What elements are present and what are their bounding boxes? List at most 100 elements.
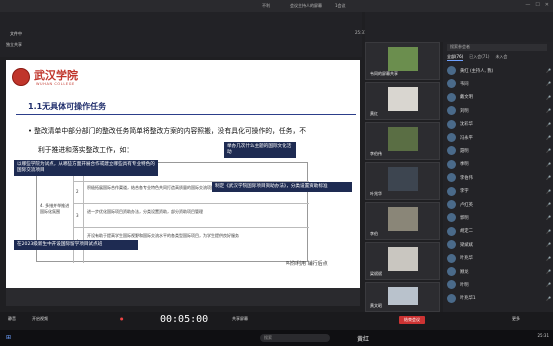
participant-row[interactable]: 叶兆华1 🎤 [447,292,551,305]
independent-share-button[interactable]: 独立共享 [6,42,22,48]
participant-row[interactable]: 李宇 🎤 [447,185,551,198]
participant-row[interactable]: 聂明 🎤 [447,144,551,157]
participant-row[interactable]: 韦同 🎤 [447,77,551,90]
participant-name: 李伯伟 [460,175,473,181]
microphone-icon[interactable]: 🎤 [531,189,551,194]
meeting-controls: 静音 开启视频 ● 00:05:00 共享屏幕 结束会议 更多 [0,312,553,330]
participant-name: 黄红 (主持人, 我) [460,68,494,74]
title-suffix: 1会议 [335,3,346,8]
video-tile[interactable]: 梁斌斌 [365,242,440,280]
microphone-icon[interactable]: 🎤 [531,81,551,86]
participant-name: 刘明 [460,108,469,114]
close-icon[interactable]: ✕ [545,2,549,8]
tab-all[interactable]: 全部(76) [447,54,464,61]
microphone-icon[interactable]: 🎤 [531,68,551,73]
maximize-icon[interactable]: ☐ [535,2,539,8]
participant-row[interactable]: 冯永平 🎤 [447,131,551,144]
microphone-icon[interactable]: 🎤 [531,95,551,100]
participant-row[interactable]: 黄红 (主持人, 我) 🎤 [447,64,551,77]
more-button[interactable]: 更多 [512,316,520,322]
mute-button[interactable]: 静音 [8,316,16,322]
meeting-window: 不利 会议主持人的屏幕 1会议 — ☐ ✕ 文件中 独立共享 25:31 武汉学… [0,0,553,346]
participant-row[interactable]: 戴文明 🎤 [447,91,551,104]
table-row-text: 进一步优化国际项目资助办法，分类设置资助，部分资助项目管理 [87,209,203,214]
microphone-icon[interactable]: 🎤 [531,122,551,127]
participant-tabs: 全部(76) 已入会(71) 未入会 [447,54,507,61]
participant-name: 聂明 [460,148,469,154]
end-meeting-button[interactable]: 结束会议 [399,316,425,324]
video-tile[interactable]: 韦同的屏幕共享 [365,42,440,80]
participant-name: 李宇 [460,189,469,195]
participant-search-input[interactable]: 搜索参会者 [447,44,547,51]
microphone-icon[interactable]: 🎤 [531,282,551,287]
video-button[interactable]: 开启视频 [32,316,48,322]
participant-row[interactable]: 郭明 🎤 [447,211,551,224]
participant-name: 戴文明 [460,95,473,101]
participant-row[interactable]: 叶兆华 🎤 [447,252,551,265]
avatar [447,226,456,236]
microphone-icon[interactable]: 🎤 [531,175,551,180]
tab-joined[interactable]: 已入会(71) [469,54,489,61]
avatar [447,186,456,196]
microphone-icon[interactable]: 🎤 [531,148,551,153]
participant-row[interactable]: 李伯伟 🎤 [447,171,551,184]
avatar [447,92,456,102]
video-tile[interactable]: 李伯伟 [365,122,440,160]
microphone-icon[interactable]: 🎤 [531,296,551,301]
participant-row[interactable]: 刘明 🎤 [447,104,551,117]
record-icon[interactable]: ● [120,316,124,321]
tile-label: 梁斌斌 [370,271,382,276]
video-thumbnail [388,207,418,231]
microphone-icon[interactable]: 🎤 [531,229,551,234]
avatar [447,293,456,303]
participant-row[interactable]: 卢红英 🎤 [447,198,551,211]
video-tile[interactable]: 李伯 [365,202,440,240]
microphone-icon[interactable]: 🎤 [531,162,551,167]
avatar [447,159,456,169]
annotation-note: 举办几次什么主题的国际文化活动 [224,142,296,159]
participant-row[interactable]: 顾龙 🎤 [447,265,551,278]
participant-name: 叶明 [460,282,469,288]
avatar [447,213,456,223]
microphone-icon[interactable]: 🎤 [531,215,551,220]
annotation-note: 以哪些学院为试点，从哪些方面开展合作或建立哪些具有专业特色的国际交流项目 [14,160,158,177]
video-thumbnail [388,247,418,271]
avatar [447,267,456,276]
video-tile[interactable]: 叶兆华 [365,162,440,200]
annotation-note: 制定《武汉学院国际项目资助办法》，分类设置资助标准 [212,182,352,193]
video-thumbnail [388,47,418,71]
microphone-icon[interactable]: 🎤 [531,202,551,207]
microphone-icon[interactable]: 🎤 [531,242,551,247]
title-bar: 不利 会议主持人的屏幕 1会议 — ☐ ✕ [0,0,553,12]
tile-label: 黄红 [370,111,378,116]
file-menu[interactable]: 文件中 [10,31,22,37]
participant-row[interactable]: 梁斌斌 🎤 [447,238,551,251]
microphone-icon[interactable]: 🎤 [531,269,551,274]
slide-title: 1.1无具体可操作任务 [28,102,107,111]
video-thumbnail [388,287,418,305]
taskbar-search-input[interactable]: 搜索 [260,334,330,342]
avatar [447,146,456,156]
microphone-icon[interactable]: 🎤 [531,108,551,113]
tab-not-joined[interactable]: 未入会 [495,54,507,61]
minimize-icon[interactable]: — [525,2,530,8]
avatar [447,106,456,116]
microphone-icon[interactable]: 🎤 [531,256,551,261]
microphone-icon[interactable]: 🎤 [531,135,551,140]
participant-row[interactable]: 胡定二 🎤 [447,225,551,238]
share-screen-button[interactable]: 共享屏幕 [232,316,248,322]
video-tile[interactable]: 黄红 [365,82,440,120]
window-title: 会议主持人的屏幕 [290,3,322,8]
participant-name: 叶兆华 [460,256,473,262]
start-menu-icon[interactable]: ⊞ [6,334,11,341]
participant-row[interactable]: 沈彩华 🎤 [447,118,551,131]
taskbar-clock: 25:31 [537,333,549,338]
meeting-timer: 00:05:00 [160,314,209,325]
participant-name: 卢红英 [460,202,473,208]
participant-row[interactable]: 季明 🎤 [447,158,551,171]
bullet-text-2: 利于推进和落实整改工作，如： [38,146,134,154]
video-tile[interactable]: 黄文昭 [365,282,440,312]
tile-label: 李伯 [370,231,378,236]
avatar [447,280,456,290]
participant-row[interactable]: 叶明 🎤 [447,278,551,291]
